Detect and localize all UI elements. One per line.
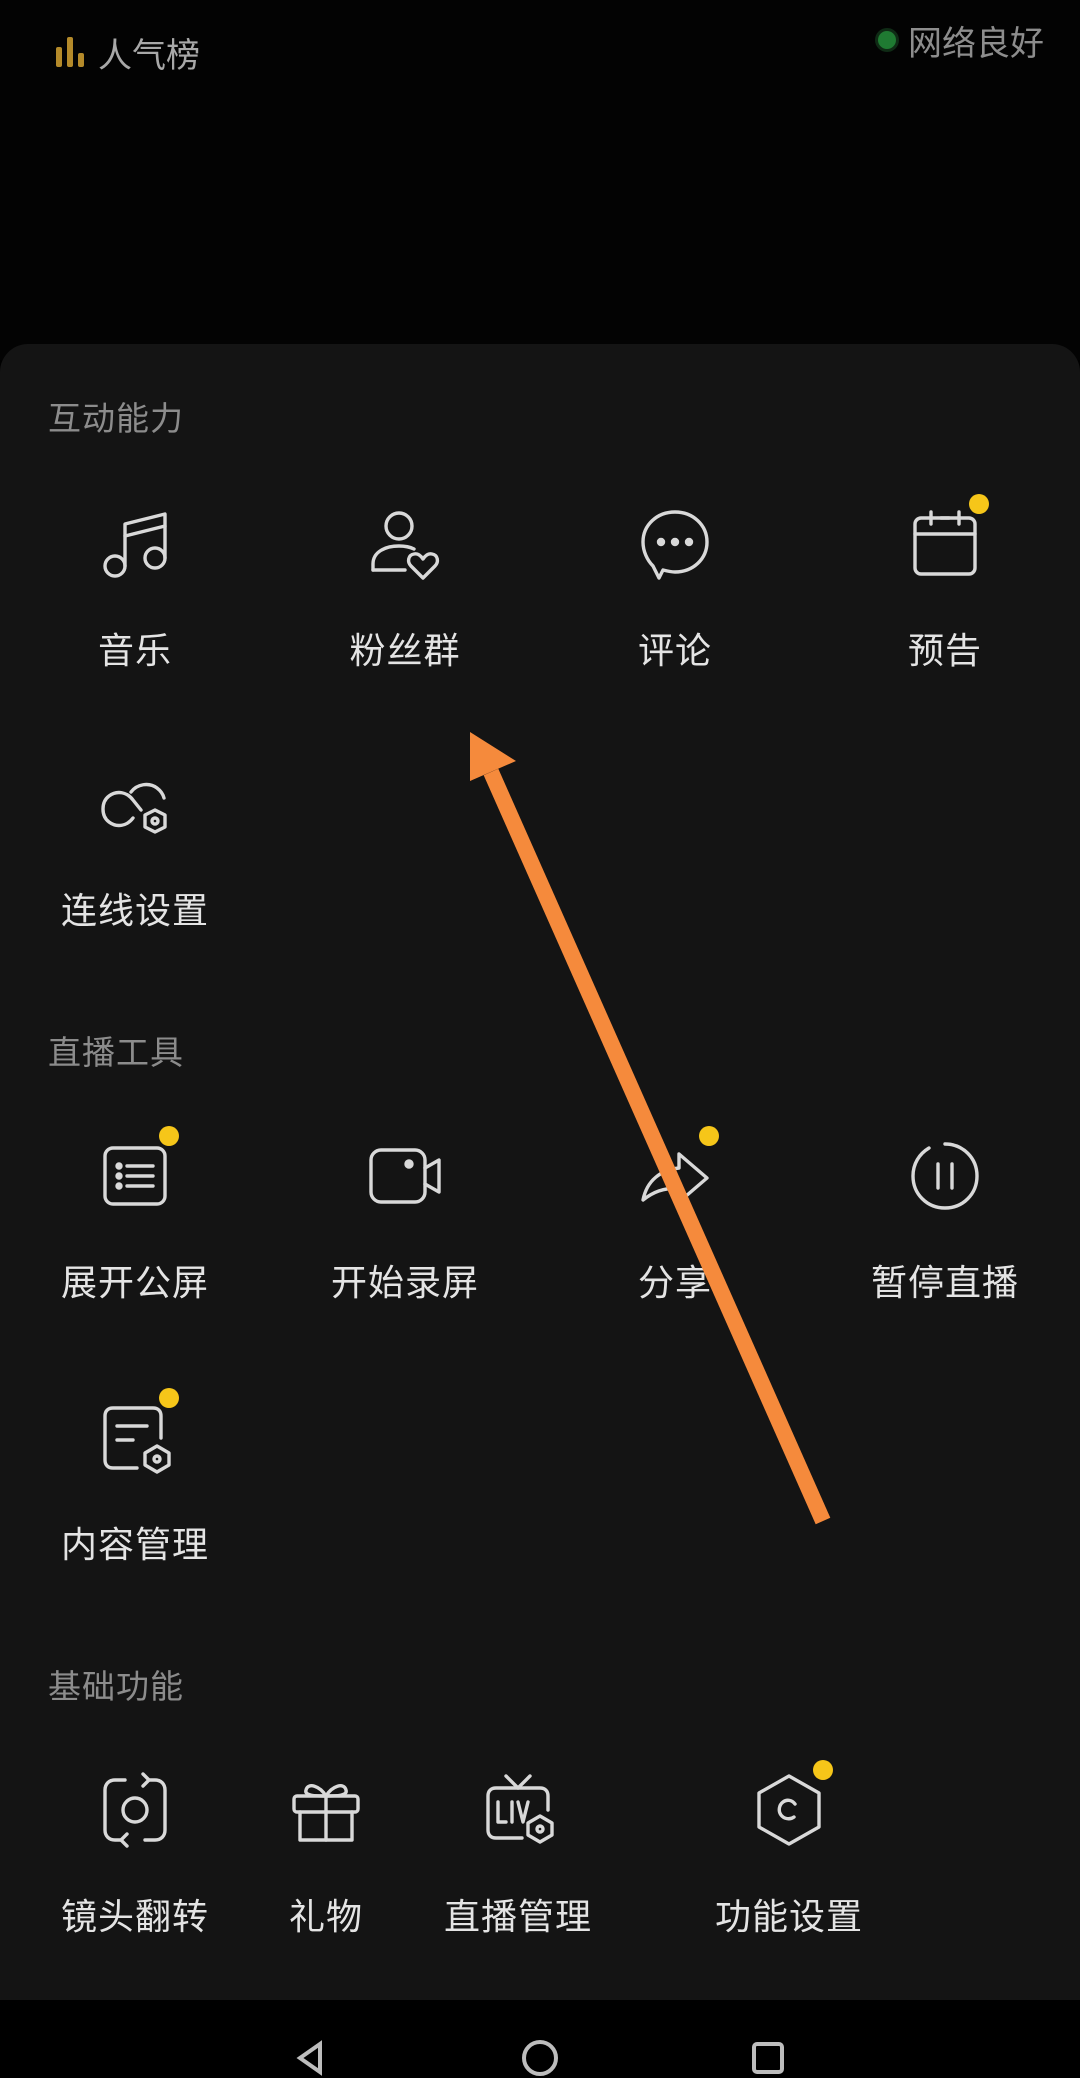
network-dot-icon <box>878 31 896 49</box>
section-title-interaction: 互动能力 <box>48 399 184 438</box>
tool-label: 粉丝群 <box>349 631 461 672</box>
tool-comment[interactable]: 评论 <box>555 504 795 704</box>
public-screen-icon <box>103 1146 167 1206</box>
tool-start-recording[interactable]: 开始录屏 <box>285 1136 525 1336</box>
tool-fan-group[interactable]: 粉丝群 <box>285 504 525 704</box>
section-title-basic-functions: 基础功能 <box>48 1667 184 1706</box>
home-icon[interactable] <box>520 2038 560 2078</box>
content-settings-icon <box>103 1406 171 1474</box>
tool-label: 展开公屏 <box>60 1263 209 1304</box>
tool-function-settings[interactable]: 功能设置 <box>669 1760 909 1970</box>
tool-label: 分享 <box>637 1263 712 1304</box>
tool-pause-live[interactable]: 暂停直播 <box>825 1136 1065 1336</box>
tool-label: 功能设置 <box>714 1897 863 1938</box>
tool-label: 评论 <box>637 631 712 672</box>
comment-bubble-icon <box>641 510 709 580</box>
tool-label: 礼物 <box>288 1897 363 1938</box>
tool-label: 开始录屏 <box>330 1263 479 1304</box>
new-badge <box>159 1126 179 1146</box>
system-navigation-bar <box>0 2000 1080 2076</box>
tool-label: 直播管理 <box>443 1897 592 1938</box>
tools-panel: 互动能力 音乐 粉丝群 评论 预告 连线设置 直播工具 展开公屏 开始录屏 分享… <box>0 344 1080 2000</box>
video-camera-icon <box>369 1148 441 1204</box>
tool-label: 镜头翻转 <box>60 1897 209 1938</box>
new-badge <box>159 1388 179 1408</box>
music-note-icon <box>103 512 167 578</box>
tool-label: 连线设置 <box>60 891 209 932</box>
hexagon-settings-icon <box>757 1774 821 1846</box>
section-title-live-tools: 直播工具 <box>48 1033 184 1072</box>
tool-share[interactable]: 分享 <box>555 1126 795 1336</box>
camera-flip-icon <box>103 1772 167 1848</box>
tool-content-management[interactable]: 内容管理 <box>15 1388 255 1598</box>
tool-label: 暂停直播 <box>870 1263 1019 1304</box>
rank-label: 人气榜 <box>98 35 200 76</box>
tool-label: 预告 <box>907 631 982 672</box>
link-settings-icon <box>101 782 167 834</box>
recents-icon[interactable] <box>748 2038 788 2078</box>
back-icon[interactable] <box>290 2038 330 2078</box>
pause-icon <box>911 1142 979 1210</box>
new-badge <box>969 494 989 514</box>
tool-label: 内容管理 <box>60 1525 209 1566</box>
gift-icon <box>292 1784 360 1842</box>
share-arrow-icon <box>641 1152 709 1204</box>
tool-label: 音乐 <box>97 631 172 672</box>
new-badge <box>813 1760 833 1780</box>
tool-public-screen[interactable]: 展开公屏 <box>15 1126 255 1336</box>
fan-group-icon <box>371 511 440 580</box>
tool-live-management[interactable]: 直播管理 <box>398 1770 638 1970</box>
live-tv-settings-icon <box>486 1774 554 1844</box>
calendar-icon <box>913 510 977 576</box>
new-badge <box>699 1126 719 1146</box>
popularity-rank-chip[interactable]: 人气榜 <box>56 28 200 76</box>
tool-preview[interactable]: 预告 <box>825 494 1065 704</box>
network-status: 网络良好 <box>878 16 1044 64</box>
network-label: 网络良好 <box>908 23 1044 64</box>
tool-link-settings[interactable]: 连线设置 <box>15 764 255 964</box>
tool-music[interactable]: 音乐 <box>15 504 255 704</box>
rank-bars-icon <box>56 37 88 67</box>
